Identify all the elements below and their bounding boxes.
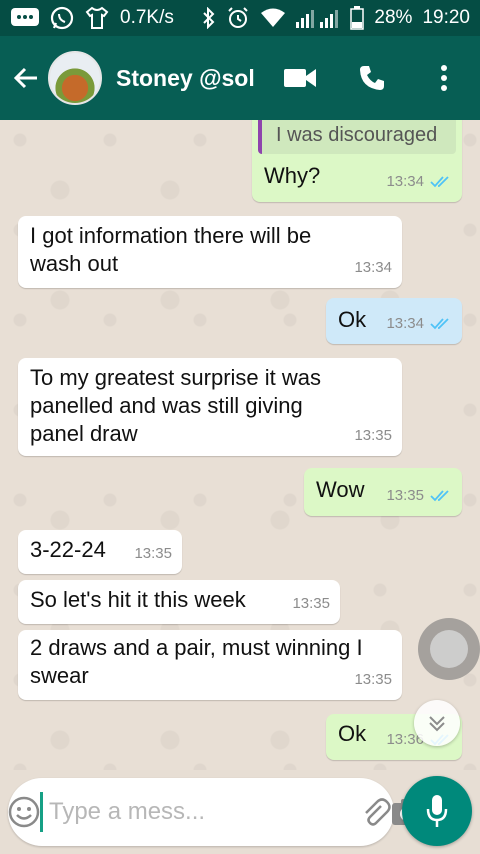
message-bubble-outgoing[interactable]: I was discouraged Why? 13:34 bbox=[252, 120, 462, 202]
message-bubble-incoming[interactable]: 3-22-24 13:35 bbox=[18, 530, 182, 574]
status-bar: 0.7K/s 28% 19:20 bbox=[0, 0, 480, 36]
message-composer bbox=[8, 778, 422, 846]
bluetooth-icon bbox=[202, 7, 216, 29]
message-icon bbox=[10, 7, 40, 29]
quoted-message[interactable]: I was discouraged bbox=[258, 120, 456, 154]
battery-icon bbox=[350, 6, 365, 30]
message-time: 13:35 bbox=[386, 487, 424, 504]
scroll-to-bottom-button[interactable] bbox=[414, 700, 460, 746]
message-text: To my greatest surprise it was panelled … bbox=[30, 365, 321, 446]
emoji-button[interactable] bbox=[8, 778, 40, 846]
message-text: Ok bbox=[338, 307, 367, 332]
chat-header: Stoney @sol bbox=[0, 36, 480, 120]
message-text: 2 draws and a pair, must winning I swear bbox=[30, 635, 363, 688]
message-time: 13:35 bbox=[292, 595, 330, 612]
message-time: 13:34 bbox=[386, 173, 424, 190]
message-time: 13:34 bbox=[354, 259, 392, 276]
more-options-button[interactable] bbox=[408, 36, 480, 120]
message-time: 13:35 bbox=[354, 671, 392, 688]
read-ticks-icon bbox=[430, 175, 452, 189]
read-ticks-icon bbox=[430, 317, 452, 331]
message-bubble-incoming[interactable]: To my greatest surprise it was panelled … bbox=[18, 358, 402, 456]
message-list[interactable]: I was discouraged Why? 13:34 I got infor… bbox=[0, 120, 480, 770]
mic-icon bbox=[426, 795, 448, 827]
message-text: 3-22-24 bbox=[30, 537, 106, 562]
voice-call-button[interactable] bbox=[336, 36, 408, 120]
quoted-text: I was discouraged bbox=[276, 124, 438, 146]
clock: 19:20 bbox=[422, 7, 470, 28]
message-time: 13:35 bbox=[354, 427, 392, 444]
message-text: I got information there will be wash out bbox=[30, 223, 312, 276]
read-ticks-icon bbox=[430, 489, 452, 503]
message-time: 13:34 bbox=[386, 315, 424, 332]
alarm-icon bbox=[226, 6, 250, 30]
message-text: Why? bbox=[264, 163, 321, 188]
phone-icon bbox=[360, 66, 384, 90]
voice-record-button[interactable] bbox=[402, 776, 472, 846]
message-text: So let's hit it this week bbox=[30, 587, 246, 612]
double-chevron-down-icon bbox=[429, 716, 445, 732]
message-text: Ok bbox=[338, 721, 367, 746]
contact-name[interactable]: Stoney @sol bbox=[116, 65, 255, 92]
emoji-icon bbox=[8, 796, 40, 828]
back-arrow-icon bbox=[13, 67, 37, 89]
message-bubble-incoming[interactable]: 2 draws and a pair, must winning I swear… bbox=[18, 630, 402, 700]
video-call-button[interactable] bbox=[264, 36, 336, 120]
more-vert-icon bbox=[441, 65, 447, 91]
video-call-icon bbox=[284, 69, 316, 87]
message-time: 13:35 bbox=[134, 545, 172, 562]
message-bubble-outgoing-selected[interactable]: Ok 13:34 bbox=[326, 298, 462, 344]
floating-assistive-button[interactable] bbox=[418, 618, 480, 680]
wifi-icon bbox=[260, 7, 286, 29]
signal-icon bbox=[296, 8, 340, 28]
message-bubble-outgoing[interactable]: Wow 13:35 bbox=[304, 468, 462, 516]
network-speed: 0.7K/s bbox=[120, 7, 174, 28]
message-bubble-incoming[interactable]: I got information there will be wash out… bbox=[18, 216, 402, 288]
message-text: Wow bbox=[316, 477, 365, 502]
battery-percent: 28% bbox=[374, 7, 413, 28]
message-input[interactable] bbox=[40, 792, 359, 832]
shirt-icon bbox=[84, 6, 110, 30]
message-bubble-incoming[interactable]: So let's hit it this week 13:35 bbox=[18, 580, 340, 624]
back-button[interactable] bbox=[4, 36, 48, 120]
avatar[interactable] bbox=[48, 51, 102, 105]
attach-icon bbox=[365, 798, 391, 826]
attach-button[interactable] bbox=[359, 778, 391, 846]
whatsapp-icon bbox=[50, 6, 74, 30]
